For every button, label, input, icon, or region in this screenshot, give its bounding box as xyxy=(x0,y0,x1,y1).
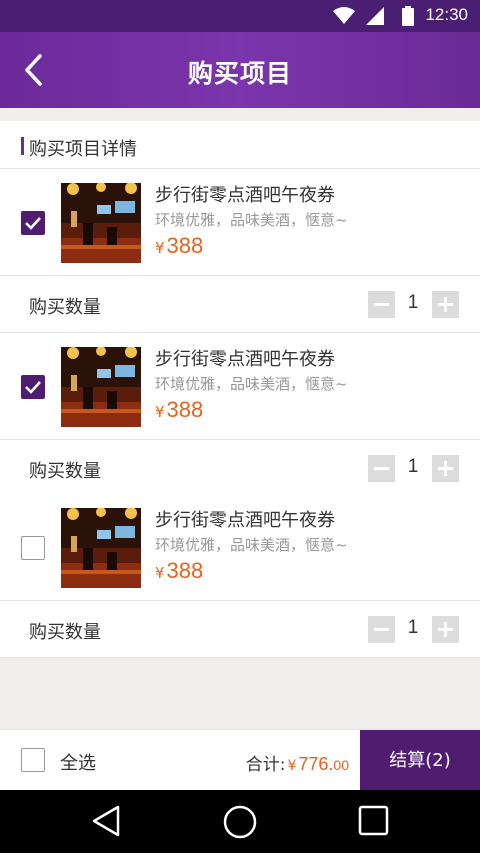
item-thumbnail[interactable] xyxy=(61,508,141,588)
checkout-bar: 全选 合计: ¥776.00 结算(2) xyxy=(0,729,480,791)
item-checkbox[interactable] xyxy=(21,375,45,399)
total-decimals: 00 xyxy=(333,757,349,773)
signal-icon xyxy=(366,7,384,25)
total-amount: 776. xyxy=(298,754,334,774)
item-thumbnail[interactable] xyxy=(61,183,141,263)
increase-quantity-button[interactable] xyxy=(432,291,459,318)
status-bar: 12:30 xyxy=(0,0,480,32)
nav-back-icon[interactable] xyxy=(90,804,122,838)
nav-recents-icon[interactable] xyxy=(358,805,390,837)
checkout-button[interactable]: 结算(2) xyxy=(360,730,480,791)
increase-quantity-button[interactable] xyxy=(432,455,459,482)
checkmark-icon xyxy=(25,381,41,394)
increase-quantity-button[interactable] xyxy=(432,616,459,643)
currency-symbol: ¥ xyxy=(155,403,165,421)
select-all-label[interactable]: 全选 xyxy=(60,749,96,775)
item-name[interactable]: 步行街零点酒吧午夜券 xyxy=(155,506,335,532)
currency-symbol: ¥ xyxy=(287,758,297,774)
price-value: 388 xyxy=(166,233,204,258)
quantity-value: 1 xyxy=(407,292,419,313)
section-title: 购买项目详情 xyxy=(29,139,137,160)
quantity-label: 购买数量 xyxy=(29,622,101,643)
title-bar: 购买项目 xyxy=(0,32,480,108)
item-checkbox[interactable] xyxy=(21,211,45,235)
item-thumbnail[interactable] xyxy=(61,347,141,427)
battery-icon xyxy=(402,6,414,26)
quantity-label: 购买数量 xyxy=(29,297,101,318)
checkmark-icon xyxy=(25,217,41,230)
item-description: 环境优雅，品味美酒，惬意~ xyxy=(155,375,348,393)
item-price: ¥388 xyxy=(155,397,203,423)
item-description: 环境优雅，品味美酒，惬意~ xyxy=(155,536,348,554)
wifi-icon xyxy=(333,7,355,24)
list-item: 步行街零点酒吧午夜券 环境优雅，品味美酒，惬意~ ¥388 xyxy=(0,333,480,440)
status-time: 12:30 xyxy=(425,5,468,24)
item-price: ¥388 xyxy=(155,233,203,259)
item-name[interactable]: 步行街零点酒吧午夜券 xyxy=(155,345,335,371)
item-description: 环境优雅，品味美酒，惬意~ xyxy=(155,211,348,229)
item-name[interactable]: 步行街零点酒吧午夜券 xyxy=(155,181,335,207)
currency-symbol: ¥ xyxy=(155,564,165,582)
quantity-value: 1 xyxy=(407,617,419,638)
page-title: 购买项目 xyxy=(187,59,292,88)
price-value: 388 xyxy=(166,558,204,583)
list-item: 步行街零点酒吧午夜券 环境优雅，品味美酒，惬意~ ¥388 xyxy=(0,494,480,601)
decrease-quantity-button[interactable] xyxy=(368,455,395,482)
select-all-checkbox[interactable] xyxy=(21,748,45,772)
nav-home-icon[interactable] xyxy=(222,804,258,840)
order-total: 合计: ¥776.00 xyxy=(246,750,349,775)
section-header: 购买项目详情 xyxy=(0,121,480,169)
quantity-value: 1 xyxy=(407,456,419,477)
list-item: 步行街零点酒吧午夜券 环境优雅，品味美酒，惬意~ ¥388 xyxy=(0,169,480,276)
quantity-row: 购买数量 1 xyxy=(0,601,480,658)
decrease-quantity-button[interactable] xyxy=(368,291,395,318)
quantity-label: 购买数量 xyxy=(29,461,101,482)
item-checkbox[interactable] xyxy=(21,536,45,560)
currency-symbol: ¥ xyxy=(155,239,165,257)
section-accent-bar xyxy=(21,137,24,155)
decrease-quantity-button[interactable] xyxy=(368,616,395,643)
system-nav-bar xyxy=(0,790,480,853)
total-label: 合计: xyxy=(245,755,286,775)
quantity-row: 购买数量 1 xyxy=(0,440,480,497)
price-value: 388 xyxy=(166,397,204,422)
item-price: ¥388 xyxy=(155,558,203,584)
quantity-row: 购买数量 1 xyxy=(0,276,480,333)
